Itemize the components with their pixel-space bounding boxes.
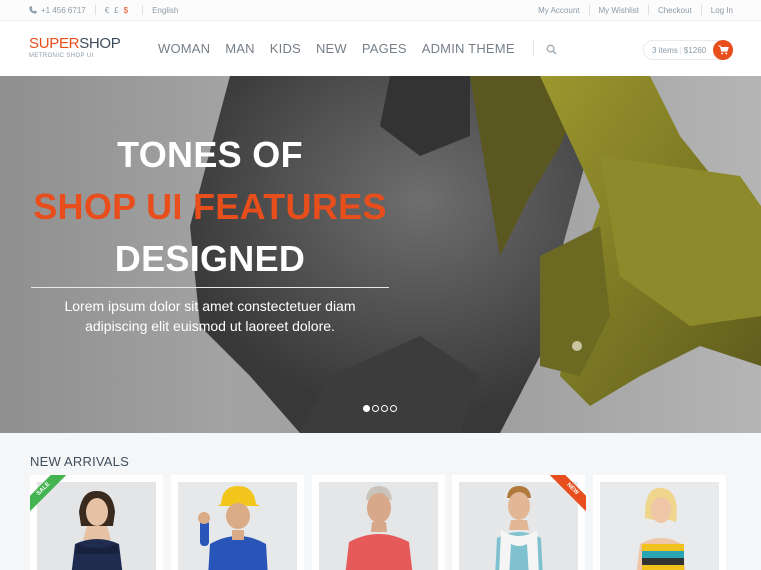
nav-item-man[interactable]: MAN [225, 41, 255, 57]
phone-icon [29, 6, 37, 14]
hero-slider[interactable]: TONES OF SHOP UI FEATURES DESIGNED Lorem… [0, 76, 761, 433]
product-card[interactable] [171, 475, 304, 570]
checkout-link[interactable]: Checkout [658, 6, 692, 15]
slider-dot-3[interactable] [381, 405, 388, 412]
logo-part2: SHOP [79, 35, 121, 52]
nav-item-pages[interactable]: PAGES [362, 41, 407, 57]
currency-dollar[interactable]: $ [124, 6, 128, 15]
my-account-link[interactable]: My Account [538, 6, 579, 15]
search-icon[interactable] [546, 44, 557, 55]
divider [142, 5, 144, 15]
nav-item-admin-theme[interactable]: ADMIN THEME [422, 41, 515, 57]
site-logo[interactable]: SUPERSHOP METRONIC SHOP UI [29, 36, 121, 60]
login-link[interactable]: Log In [711, 6, 733, 15]
hero-subtitle-line1: Lorem ipsum dolor sit amet constectetuer… [64, 298, 356, 314]
hero-subtitle-line2: adipiscing elit euismod ut laoreet dolor… [85, 318, 335, 334]
divider [532, 40, 534, 57]
site-header: SUPERSHOP METRONIC SHOP UI WOMAN MAN KID… [0, 22, 761, 75]
language-selector[interactable]: English [152, 6, 178, 15]
product-card[interactable] [593, 475, 726, 570]
my-wishlist-link[interactable]: My Wishlist [599, 6, 639, 15]
cart-total: $1260 [683, 46, 707, 55]
sale-badge-label: SALE [30, 475, 70, 515]
divider: | [679, 46, 682, 55]
slider-pagination [363, 405, 399, 412]
product-image[interactable] [319, 482, 438, 570]
sale-badge: SALE [30, 475, 70, 515]
logo-wordmark: SUPERSHOP [29, 36, 121, 52]
cart-button[interactable] [713, 40, 733, 60]
nav-item-new[interactable]: NEW [316, 41, 347, 57]
top-bar-left: +1 456 6717 € £ $ English [29, 5, 178, 15]
logo-part1: SUPER [29, 35, 80, 52]
top-bar-links: My Account My Wishlist Checkout Log In [538, 5, 733, 15]
slider-dot-2[interactable] [372, 405, 379, 412]
nav-item-kids[interactable]: KIDS [270, 41, 301, 57]
cart-items-count: 3 items [652, 46, 678, 55]
hero-heading-line1: TONES OF [117, 134, 303, 175]
main-nav: WOMAN MAN KIDS NEW PAGES ADMIN THEME [158, 40, 557, 57]
divider [700, 5, 702, 15]
currency-euro[interactable]: € [105, 6, 109, 15]
divider [647, 5, 649, 15]
shopping-cart-icon [718, 45, 729, 55]
hero-heading-line2: SHOP UI FEATURES [33, 186, 387, 227]
slider-dot-1[interactable] [363, 405, 370, 412]
phone-number: +1 456 6717 [41, 5, 86, 15]
product-card[interactable] [312, 475, 445, 570]
product-image[interactable] [600, 482, 719, 570]
cart-summary[interactable]: 3 items | $1260 [643, 40, 733, 60]
new-badge-label: NEW [546, 475, 586, 515]
hero-subtitle: Lorem ipsum dolor sit amet constectetuer… [0, 296, 420, 336]
new-arrivals-section: NEW ARRIVALS [0, 433, 761, 570]
section-title: NEW ARRIVALS [30, 454, 129, 469]
hero-divider [31, 287, 389, 288]
product-photo-woman-striped-top [600, 482, 719, 570]
cart-text: 3 items | $1260 [652, 46, 706, 55]
product-image[interactable] [178, 482, 297, 570]
currency-pound[interactable]: £ [114, 6, 118, 15]
top-bar: +1 456 6717 € £ $ English My Account My … [0, 0, 761, 21]
new-badge: NEW [546, 475, 586, 515]
product-photo-worker [178, 482, 297, 570]
product-photo-man-red-shirt [319, 482, 438, 570]
slider-dot-4[interactable] [390, 405, 397, 412]
hero-heading-line3: DESIGNED [114, 238, 306, 279]
logo-tagline: METRONIC SHOP UI [29, 53, 94, 59]
divider [94, 5, 96, 15]
divider [588, 5, 590, 15]
nav-item-woman[interactable]: WOMAN [158, 41, 210, 57]
